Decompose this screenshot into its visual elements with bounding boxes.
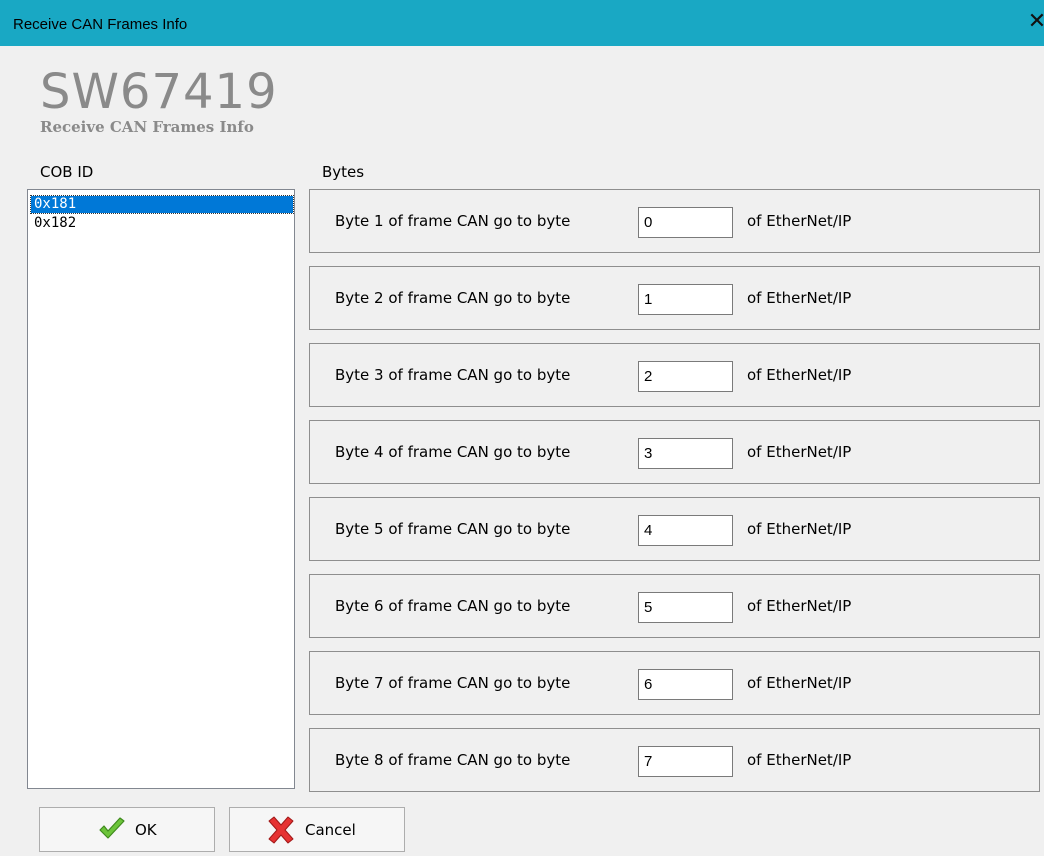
byte-row-suffix: of EtherNet/IP	[747, 443, 852, 461]
byte-row-8: Byte 8 of frame CAN go to byte of EtherN…	[309, 728, 1040, 792]
byte-row-suffix: of EtherNet/IP	[747, 674, 852, 692]
byte-1-target-input[interactable]	[638, 207, 733, 238]
byte-5-target-input[interactable]	[638, 515, 733, 546]
cob-id-item-0x181[interactable]: 0x181	[30, 195, 294, 214]
byte-4-target-input[interactable]	[638, 438, 733, 469]
byte-7-target-input[interactable]	[638, 669, 733, 700]
byte-6-target-input[interactable]	[638, 592, 733, 623]
byte-row-label: Byte 6 of frame CAN go to byte	[335, 597, 571, 615]
app-name: SW67419	[40, 64, 278, 120]
byte-row-6: Byte 6 of frame CAN go to byte of EtherN…	[309, 574, 1040, 638]
cancel-button-label: Cancel	[305, 821, 356, 839]
byte-row-label: Byte 2 of frame CAN go to byte	[335, 289, 571, 307]
byte-3-target-input[interactable]	[638, 361, 733, 392]
byte-row-label: Byte 7 of frame CAN go to byte	[335, 674, 571, 692]
cancel-button[interactable]: Cancel	[229, 807, 405, 852]
byte-row-1: Byte 1 of frame CAN go to byte of EtherN…	[309, 189, 1040, 253]
close-icon[interactable]: ✕	[1026, 10, 1044, 34]
app-subtitle: Receive CAN Frames Info	[40, 118, 254, 136]
byte-row-suffix: of EtherNet/IP	[747, 289, 852, 307]
cob-id-list[interactable]: 0x181 0x182	[27, 189, 295, 789]
byte-row-7: Byte 7 of frame CAN go to byte of EtherN…	[309, 651, 1040, 715]
byte-row-5: Byte 5 of frame CAN go to byte of EtherN…	[309, 497, 1040, 561]
byte-row-suffix: of EtherNet/IP	[747, 366, 852, 384]
ok-button-label: OK	[135, 821, 157, 839]
cob-id-label: COB ID	[40, 163, 94, 181]
checkmark-icon	[99, 817, 125, 839]
byte-row-label: Byte 5 of frame CAN go to byte	[335, 520, 571, 538]
byte-2-target-input[interactable]	[638, 284, 733, 315]
cob-id-item-0x182[interactable]: 0x182	[31, 215, 293, 232]
byte-row-2: Byte 2 of frame CAN go to byte of EtherN…	[309, 266, 1040, 330]
byte-row-label: Byte 4 of frame CAN go to byte	[335, 443, 571, 461]
byte-row-label: Byte 8 of frame CAN go to byte	[335, 751, 571, 769]
byte-row-label: Byte 3 of frame CAN go to byte	[335, 366, 571, 384]
byte-row-suffix: of EtherNet/IP	[747, 520, 852, 538]
byte-row-suffix: of EtherNet/IP	[747, 597, 852, 615]
bytes-label: Bytes	[322, 163, 365, 181]
byte-8-target-input[interactable]	[638, 746, 733, 777]
window-titlebar: Receive CAN Frames Info ✕	[0, 0, 1044, 46]
byte-row-4: Byte 4 of frame CAN go to byte of EtherN…	[309, 420, 1040, 484]
ok-button[interactable]: OK	[39, 807, 215, 852]
byte-row-label: Byte 1 of frame CAN go to byte	[335, 212, 571, 230]
cross-icon	[268, 816, 294, 844]
byte-row-3: Byte 3 of frame CAN go to byte of EtherN…	[309, 343, 1040, 407]
byte-row-suffix: of EtherNet/IP	[747, 212, 852, 230]
byte-row-suffix: of EtherNet/IP	[747, 751, 852, 769]
window-title: Receive CAN Frames Info	[13, 16, 188, 33]
